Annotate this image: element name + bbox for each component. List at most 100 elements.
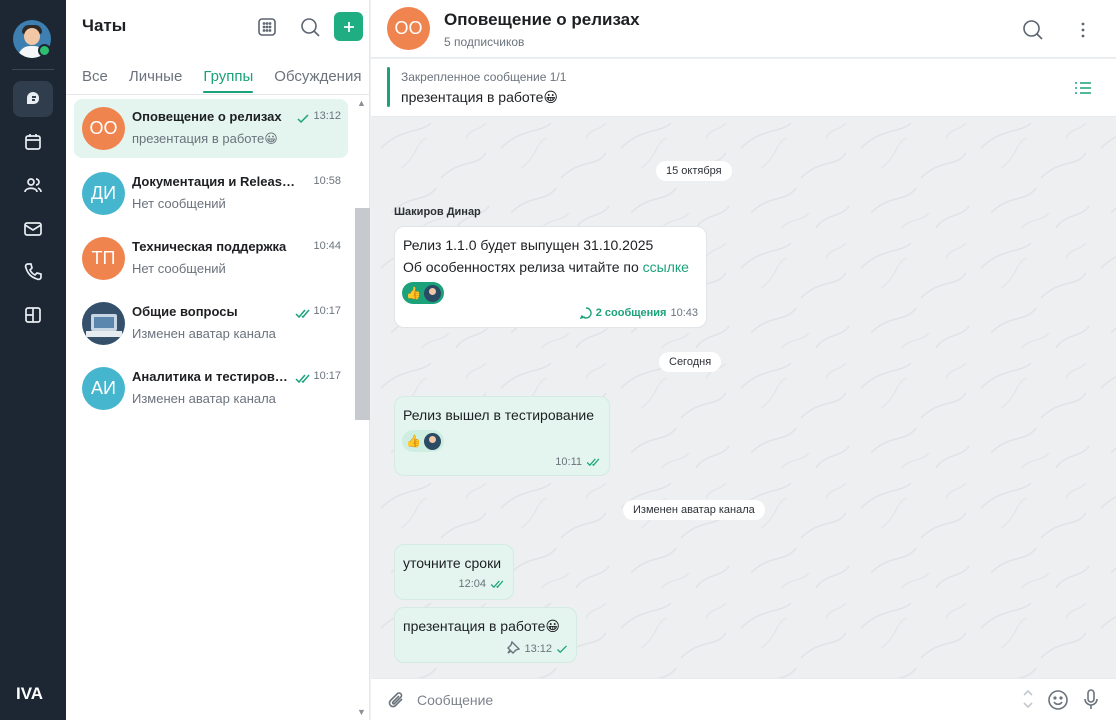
- pin-icon: [507, 640, 521, 657]
- channel-title[interactable]: Оповещение о релизах: [444, 10, 640, 30]
- chat-filter-tabs: Все Личные Группы Обсуждения: [82, 68, 382, 93]
- channel-avatar[interactable]: ОО: [387, 7, 430, 50]
- chat-list-item[interactable]: ОО Оповещение о релизах презентация в ра…: [74, 99, 348, 158]
- message-text: уточните сроки: [403, 555, 502, 571]
- sent-check-icon: [296, 111, 310, 124]
- chat-name: Общие вопросы: [132, 304, 238, 319]
- phone-icon[interactable]: [13, 254, 53, 290]
- rail-divider: [12, 69, 54, 70]
- message-sender[interactable]: Шакиров Динар: [394, 206, 481, 218]
- tab-discussions[interactable]: Обсуждения: [274, 68, 361, 93]
- dialpad-icon[interactable]: [256, 16, 278, 38]
- pinned-list-icon[interactable]: [1073, 79, 1093, 97]
- expand-composer-icon[interactable]: [1022, 688, 1034, 715]
- thumbs-up-reaction: 👍: [406, 286, 421, 300]
- chat-list-scrollbar[interactable]: [355, 208, 370, 420]
- chat-preview: Изменен аватар канала: [132, 326, 276, 341]
- chat-list-title: Чаты: [82, 16, 127, 35]
- read-double-check-icon: [586, 457, 600, 466]
- scroll-down-arrow[interactable]: ▼: [357, 707, 366, 717]
- message-input[interactable]: [417, 689, 977, 711]
- chat-preview: Нет сообщений: [132, 196, 226, 211]
- reactor-avatar: [424, 284, 441, 302]
- message-area[interactable]: 15 октября Шакиров Динар Релиз 1.1.0 буд…: [371, 118, 1116, 678]
- chat-avatar: ТП: [82, 237, 125, 280]
- reaction-chip[interactable]: 👍: [402, 430, 444, 452]
- search-icon[interactable]: [1021, 18, 1045, 42]
- message-meta: 10:11: [555, 456, 601, 468]
- message-composer: [371, 678, 1116, 720]
- read-double-check-icon: [295, 371, 310, 384]
- more-vertical-icon[interactable]: [1073, 18, 1093, 42]
- reaction-chip[interactable]: 👍: [402, 282, 444, 304]
- chat-list-panel: Чаты Все Личные Группы Обсуждения ОО Опо…: [66, 0, 370, 720]
- message-meta: 2 сообщения 10:43: [579, 307, 698, 319]
- contacts-icon[interactable]: [13, 167, 53, 203]
- chat-bubble-icon[interactable]: [13, 81, 53, 117]
- message-text: Об особенностях релиза читайте по: [403, 259, 643, 275]
- message-time: 13:12: [524, 643, 552, 655]
- search-icon[interactable]: [298, 15, 322, 39]
- pinned-label: Закрепленное сообщение 1/1: [401, 70, 567, 84]
- scroll-up-arrow[interactable]: ▲: [357, 98, 366, 108]
- chat-name: Документация и Release N…: [132, 174, 302, 189]
- mail-icon[interactable]: [13, 211, 53, 247]
- chat-time: 10:44: [313, 240, 341, 252]
- thread-icon: [579, 307, 592, 319]
- chat-time: 13:12: [313, 110, 341, 122]
- emoji-icon[interactable]: [1047, 689, 1069, 716]
- chat-name: Техническая поддержка: [132, 239, 287, 254]
- add-chat-button[interactable]: [334, 12, 363, 41]
- message-time: 12:04: [458, 578, 486, 590]
- message-bubble[interactable]: уточните сроки 12:04: [394, 544, 514, 600]
- calendar-icon[interactable]: [13, 124, 53, 160]
- message-text-line: Об особенностях релиза читайте по ссылке: [403, 259, 689, 275]
- message-text: презентация в работе😀: [403, 618, 561, 634]
- message-link[interactable]: ссылке: [643, 259, 689, 275]
- chat-list-item[interactable]: Общие вопросы Изменен аватар канала 10:1…: [74, 294, 348, 353]
- tabs-divider: [66, 94, 370, 95]
- message-bubble[interactable]: Релиз 1.1.0 будет выпущен 31.10.2025 Об …: [394, 226, 707, 328]
- date-separator: Сегодня: [659, 352, 722, 372]
- message-time: 10:11: [555, 456, 582, 468]
- reactor-avatar: [424, 432, 441, 450]
- chat-list-item[interactable]: ДИ Документация и Release N… Нет сообщен…: [74, 164, 348, 223]
- chat-list-item[interactable]: ТП Техническая поддержка Нет сообщений 1…: [74, 229, 348, 288]
- chat-list-item[interactable]: АИ Аналитика и тестирован… Изменен авата…: [74, 359, 348, 418]
- date-separator: 15 октября: [656, 161, 732, 181]
- chat-avatar: ДИ: [82, 172, 125, 215]
- sent-check-icon: [557, 644, 567, 653]
- thumbs-up-reaction: 👍: [406, 434, 421, 448]
- message-text: Релиз вышел в тестирование: [403, 407, 595, 423]
- pinned-text: презентация в работе😀: [401, 89, 559, 105]
- chat-header: ОО Оповещение о релизах 5 подписчиков: [371, 0, 1116, 58]
- message-bubble[interactable]: презентация в работе😀 13:12: [394, 607, 577, 663]
- chat-avatar: ОО: [82, 107, 125, 150]
- pinned-accent-bar: [387, 67, 390, 107]
- apps-grid-icon[interactable]: [13, 297, 53, 333]
- chat-name: Оповещение о релизах: [132, 109, 282, 124]
- attach-icon[interactable]: [387, 690, 407, 715]
- message-text: Релиз 1.1.0 будет выпущен 31.10.2025: [403, 237, 654, 253]
- chat-time: 10:58: [313, 175, 341, 187]
- microphone-icon[interactable]: [1083, 689, 1099, 716]
- message-meta: 13:12: [507, 640, 568, 657]
- chat-preview: Изменен аватар канала: [132, 391, 276, 406]
- pinned-message-bar[interactable]: Закрепленное сообщение 1/1 презентация в…: [371, 59, 1116, 117]
- left-rail: IVA: [0, 0, 66, 720]
- read-double-check-icon: [490, 579, 504, 588]
- app-logo: IVA: [16, 684, 44, 703]
- tab-personal[interactable]: Личные: [129, 68, 182, 93]
- message-time: 10:43: [670, 307, 698, 319]
- chat-avatar-photo: [82, 302, 125, 345]
- chat-avatar: АИ: [82, 367, 125, 410]
- tab-groups[interactable]: Группы: [203, 68, 253, 93]
- thread-replies-link[interactable]: 2 сообщения: [596, 307, 667, 319]
- message-meta: 12:04: [458, 578, 505, 590]
- tab-all[interactable]: Все: [82, 68, 108, 93]
- chat-preview: Нет сообщений: [132, 261, 226, 276]
- chat-name: Аналитика и тестирован…: [132, 369, 288, 384]
- chat-preview: презентация в работе😀: [132, 131, 278, 146]
- subscriber-count: 5 подписчиков: [444, 35, 525, 49]
- message-bubble[interactable]: Релиз вышел в тестирование 👍 10:11: [394, 396, 610, 476]
